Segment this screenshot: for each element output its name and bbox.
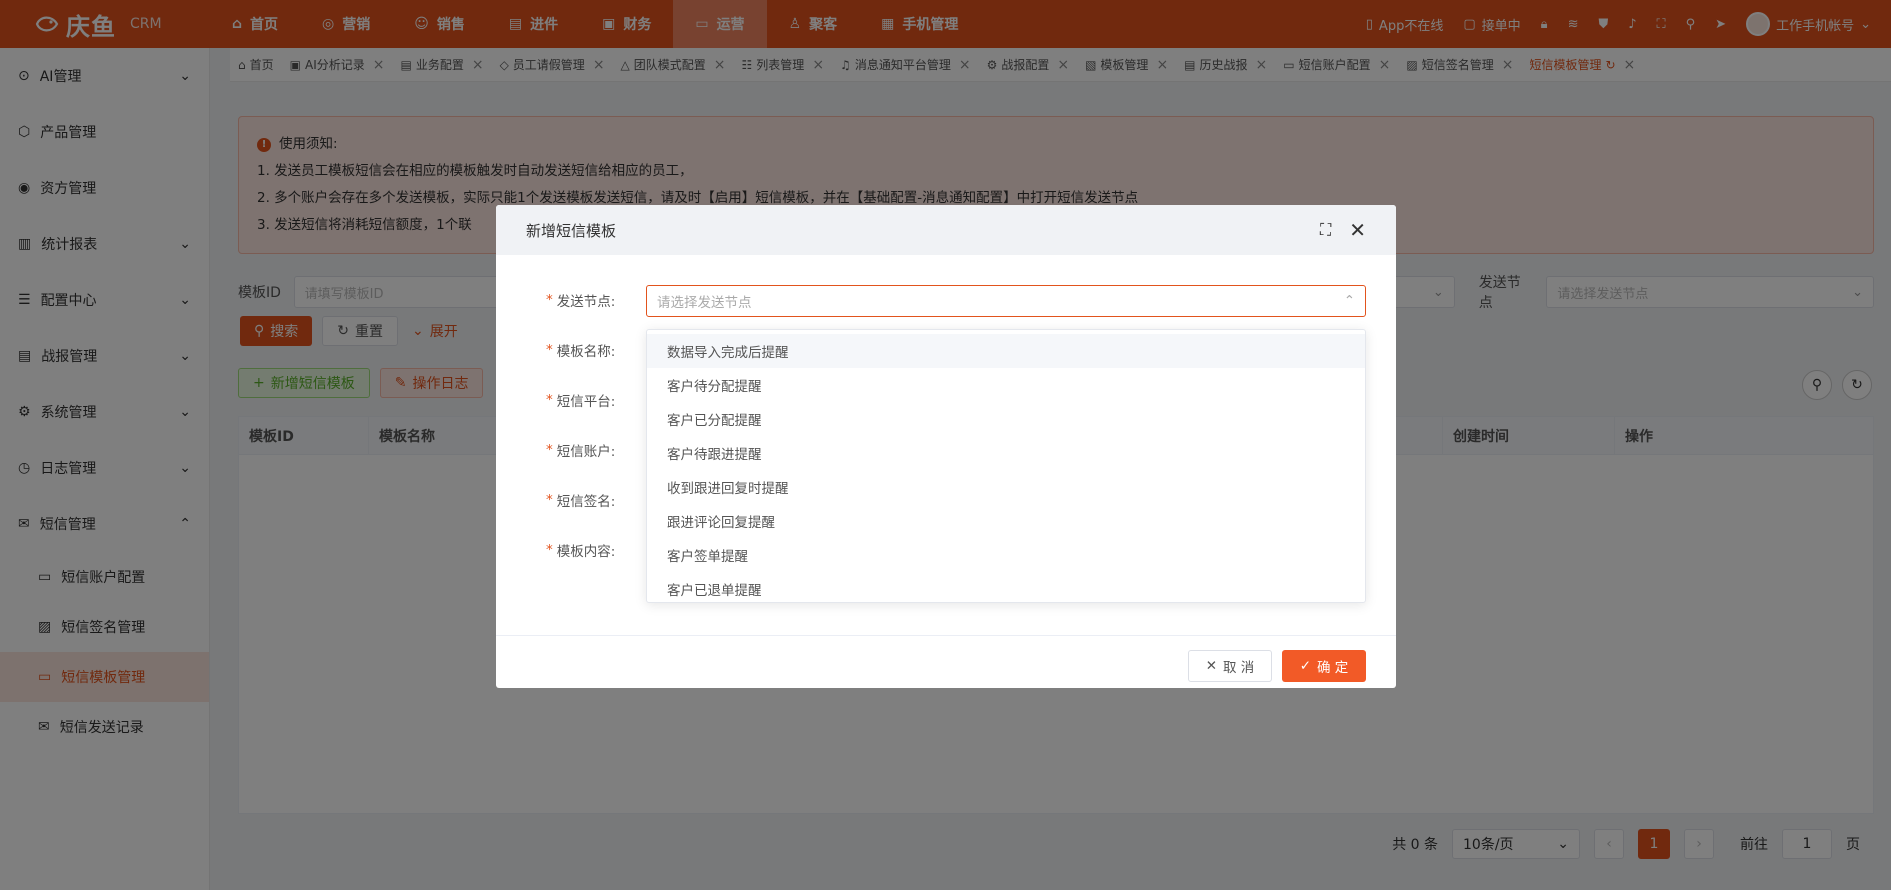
field-label: 短信平台: (556, 394, 616, 410)
dropdown-option[interactable]: 客户待跟进提醒 (647, 436, 1365, 470)
field-label: 发送节点: (556, 294, 616, 310)
confirm-button[interactable]: ✓ 确 定 (1282, 650, 1366, 682)
dialog-footer: ✕ 取 消 ✓ 确 定 (496, 635, 1396, 688)
check-icon: ✓ (1299, 658, 1311, 674)
cancel-label: 取 消 (1223, 660, 1255, 676)
field-sms-account: * 短信账户: (546, 442, 616, 460)
field-label: 模板内容: (556, 544, 616, 560)
dropdown-option[interactable]: 客户待分配提醒 (647, 368, 1365, 402)
dropdown-option[interactable]: 客户已退单提醒 (647, 572, 1365, 602)
field-send-node: * 发送节点: (546, 292, 616, 310)
close-icon[interactable]: ✕ (1349, 218, 1366, 242)
dialog-title: 新增短信模板 (526, 221, 617, 240)
close-icon: ✕ (1205, 658, 1217, 674)
dropdown-option[interactable]: 客户已分配提醒 (647, 402, 1365, 436)
chevron-up-icon: ⌃ (1343, 293, 1355, 309)
dropdown-option[interactable]: 收到跟进回复时提醒 (647, 470, 1365, 504)
dialog-header: 新增短信模板 ⛶ ✕ (496, 205, 1396, 255)
field-template-name: * 模板名称: (546, 342, 616, 360)
field-sms-signature: * 短信签名: (546, 492, 616, 510)
dropdown-option[interactable]: 跟进评论回复提醒 (647, 504, 1365, 538)
field-label: 短信签名: (556, 494, 616, 510)
cancel-button[interactable]: ✕ 取 消 (1188, 650, 1272, 682)
field-label: 模板名称: (556, 344, 616, 360)
dropdown-option[interactable]: 客户签单提醒 (647, 538, 1365, 572)
send-node-select[interactable]: 请选择发送节点 ⌃ (646, 285, 1366, 317)
confirm-label: 确 定 (1317, 660, 1349, 676)
field-label: 短信账户: (556, 444, 616, 460)
send-node-placeholder: 请选择发送节点 (657, 295, 752, 311)
dropdown-option[interactable]: 数据导入完成后提醒 (647, 334, 1365, 368)
add-template-dialog: 新增短信模板 ⛶ ✕ * 发送节点: * 模板名称: * 短信平台: * 短信账户: *… (496, 205, 1396, 688)
send-node-dropdown: 数据导入完成后提醒 客户待分配提醒 客户已分配提醒 客户待跟进提醒 收到跟进回复… (646, 329, 1366, 603)
field-template-content: * 模板内容: (546, 542, 616, 560)
maximize-icon[interactable]: ⛶ (1320, 220, 1331, 240)
field-sms-platform: * 短信平台: (546, 392, 616, 410)
